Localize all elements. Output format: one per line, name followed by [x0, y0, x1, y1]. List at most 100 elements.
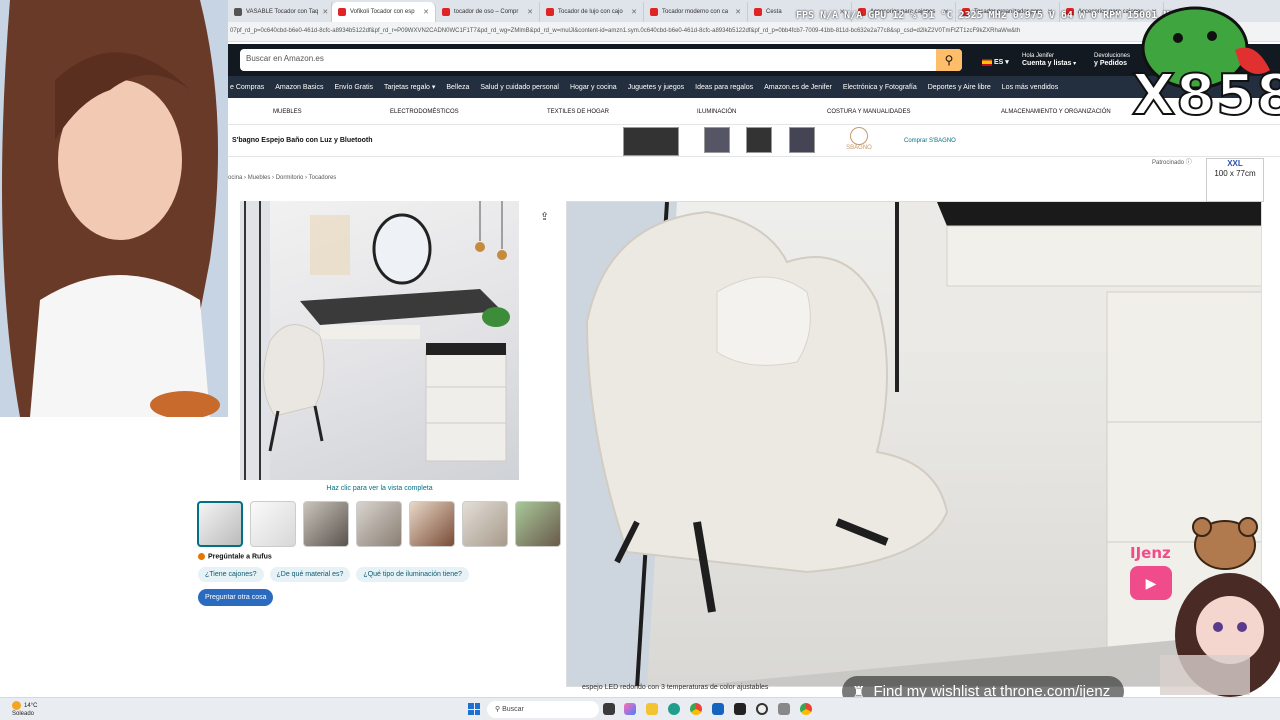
- store-icon[interactable]: [712, 703, 724, 715]
- shop-brand-link[interactable]: Comprar S'BAGNO: [904, 138, 956, 144]
- close-tab-icon[interactable]: ✕: [631, 8, 637, 16]
- close-tab-icon[interactable]: ✕: [423, 8, 429, 16]
- task-view-icon[interactable]: [603, 703, 615, 715]
- close-tab-icon[interactable]: ✕: [527, 8, 533, 16]
- search-placeholder: Buscar en Amazon.es: [246, 54, 324, 63]
- nav-item[interactable]: Envío Gratis: [334, 84, 373, 91]
- nav-item[interactable]: Amazon.es de Jenifer: [764, 84, 832, 91]
- chrome-profile-icon[interactable]: [800, 703, 812, 715]
- address-bar[interactable]: 07pf_rd_p=0c640cbd-b6e0-461d-8cfc-a8934b…: [228, 22, 1280, 42]
- taskbar-search[interactable]: ⚲ Buscar: [487, 701, 599, 718]
- category-link[interactable]: TEXTILES DE HOGAR: [547, 109, 609, 115]
- breadcrumb-link[interactable]: Muebles: [248, 175, 271, 181]
- browser-tab[interactable]: Tocador moderno con ca ✕: [644, 2, 748, 22]
- rufus-heading: Pregúntale a Rufus: [198, 553, 272, 560]
- file-explorer-icon[interactable]: [646, 703, 658, 715]
- copilot-icon[interactable]: [624, 703, 636, 715]
- search-input[interactable]: Buscar en Amazon.es ⚲: [240, 49, 962, 71]
- category-bar: MUEBLES ELECTRODOMÉSTICOS TEXTILES DE HO…: [228, 98, 1280, 125]
- thumbnail[interactable]: [250, 501, 296, 547]
- rufus-chip[interactable]: ¿Qué tipo de iluminación tiene?: [356, 567, 469, 582]
- windows-start-icon[interactable]: [468, 703, 480, 715]
- ask-other-button[interactable]: Preguntar otra cosa: [198, 589, 274, 606]
- breadcrumb: ocina › Muebles › Dormitorio › Tocadores: [228, 175, 337, 181]
- vtuber-name: IJenz: [1130, 544, 1171, 562]
- sun-icon: [12, 701, 21, 710]
- search-button[interactable]: ⚲: [936, 49, 962, 71]
- sbagno-logo[interactable]: SBAGNO: [840, 126, 878, 156]
- performance-overlay: FPS N/A N/A GPU 12 % 51 °C 2325 MHz 0.97…: [796, 10, 1182, 21]
- full-view-link[interactable]: Haz clic para ver la vista completa: [240, 485, 519, 492]
- nav-item[interactable]: Belleza: [446, 84, 469, 91]
- favicon-icon: [234, 8, 242, 16]
- rufus-chip[interactable]: ¿De qué material es?: [269, 567, 351, 582]
- info-icon[interactable]: ⓘ: [1186, 160, 1192, 166]
- share-icon[interactable]: ⇪: [540, 210, 549, 223]
- search-icon: ⚲: [944, 53, 954, 67]
- language-selector[interactable]: ES ▾: [982, 58, 1009, 66]
- terminal-icon[interactable]: [734, 703, 746, 715]
- settings-icon[interactable]: [778, 703, 790, 715]
- thumbnail[interactable]: [462, 501, 508, 547]
- nav-item[interactable]: Electrónica y Fotografía: [843, 84, 917, 91]
- obs-icon[interactable]: [756, 703, 768, 715]
- nav-item[interactable]: Los más vendidos: [1002, 84, 1058, 91]
- size-badge: XXL 100 x 77cm: [1206, 158, 1264, 202]
- chrome-icon[interactable]: [690, 703, 702, 715]
- nav-item[interactable]: Hogar y cocina: [570, 84, 617, 91]
- close-tab-icon[interactable]: ✕: [322, 8, 328, 16]
- nav-item[interactable]: Deportes y Aire libre: [928, 84, 991, 91]
- thumbnail[interactable]: [409, 501, 455, 547]
- vanity-illustration: [240, 201, 510, 480]
- breadcrumb-link[interactable]: ocina: [228, 175, 242, 181]
- spain-flag-icon: [982, 58, 992, 66]
- sponsored-banner[interactable]: S'bagno Espejo Baño con Luz y Bluetooth …: [228, 126, 1280, 157]
- sponsored-product-image[interactable]: [704, 127, 730, 153]
- favicon-icon: [546, 8, 554, 16]
- favicon-icon: [442, 8, 450, 16]
- thumbnail[interactable]: [356, 501, 402, 547]
- product-main-image[interactable]: [240, 201, 519, 480]
- browser-tab[interactable]: Tocador de lujo con cajo ✕: [540, 2, 644, 22]
- rufus-icon: [198, 553, 205, 560]
- nav-item[interactable]: Amazon Basics: [275, 84, 323, 91]
- weather-widget[interactable]: 14°C Soleado: [12, 701, 37, 718]
- browser-tab-active[interactable]: Vofikoli Tocador con esp ✕: [332, 2, 436, 22]
- nav-item[interactable]: Juguetes y juegos: [628, 84, 684, 91]
- rufus-suggestions: ¿Tiene cajones? ¿De qué material es? ¿Qu…: [198, 567, 469, 582]
- category-link[interactable]: MUEBLES: [273, 109, 302, 115]
- breadcrumb-link[interactable]: Tocadores: [309, 175, 337, 181]
- thumbnail-strip: [197, 501, 561, 547]
- account-menu[interactable]: Hola Jenifer Cuenta y listas ▾: [1022, 52, 1076, 68]
- category-link[interactable]: ELECTRODOMÉSTICOS: [390, 109, 459, 115]
- vtuber-avatar: [1160, 517, 1280, 697]
- thumbnail[interactable]: [197, 501, 243, 547]
- browser-tab[interactable]: VASABLE Tocador con Taq ✕: [228, 2, 332, 22]
- edge-icon[interactable]: [668, 703, 680, 715]
- close-tab-icon[interactable]: ✕: [735, 8, 741, 16]
- sponsored-product-image[interactable]: [789, 127, 815, 153]
- overlay-code-text: X8586: [1131, 63, 1280, 128]
- sponsored-product-image[interactable]: [746, 127, 772, 153]
- favicon-icon: [338, 8, 346, 16]
- nav-item[interactable]: Tarjetas regalo ▾: [384, 83, 435, 91]
- thumbnail[interactable]: [303, 501, 349, 547]
- nav-item[interactable]: e Compras: [230, 84, 264, 91]
- play-icon: ▶: [1130, 566, 1172, 600]
- sponsored-product-image[interactable]: [623, 127, 679, 156]
- category-link[interactable]: ALMACENAMIENTO Y ORGANIZACIÓN: [1001, 109, 1111, 115]
- account-lists-label: Cuenta y listas: [1022, 60, 1072, 67]
- category-link[interactable]: COSTURA Y MANUALIDADES: [827, 109, 910, 115]
- taskbar: 14°C Soleado ⚲ Buscar: [0, 697, 1280, 720]
- rufus-chip[interactable]: ¿Tiene cajones?: [198, 567, 264, 582]
- webcam-person: [0, 0, 228, 417]
- category-link[interactable]: ILUMINACIÓN: [697, 109, 736, 115]
- returns-label: Devoluciones: [1094, 53, 1131, 59]
- nav-item[interactable]: Ideas para regalos: [695, 84, 753, 91]
- breadcrumb-link[interactable]: Dormitorio: [276, 175, 304, 181]
- orders-link[interactable]: Devoluciones y Pedidos: [1094, 52, 1130, 68]
- nav-item[interactable]: Salud y cuidado personal: [480, 84, 559, 91]
- thumbnail[interactable]: [515, 501, 561, 547]
- orders-label: y Pedidos: [1094, 60, 1128, 67]
- browser-tab[interactable]: tocador de oso – Compr ✕: [436, 2, 540, 22]
